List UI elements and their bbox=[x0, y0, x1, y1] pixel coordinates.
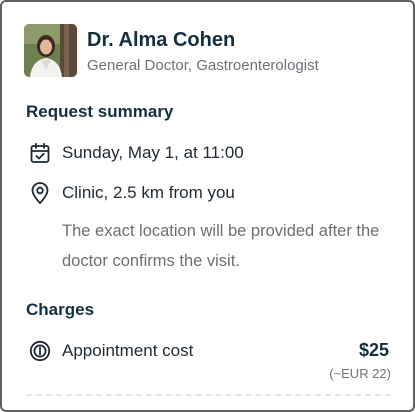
appointment-date-row: Sunday, May 1, at 11:00 bbox=[28, 141, 244, 165]
request-summary-card: Dr. Alma Cohen General Doctor, Gastroent… bbox=[0, 0, 415, 412]
calendar-check-icon bbox=[28, 141, 52, 165]
location-row: Clinic, 2.5 km from you bbox=[28, 181, 235, 205]
charges-title: Charges bbox=[26, 300, 95, 319]
doctor-header: Dr. Alma Cohen General Doctor, Gastroent… bbox=[24, 24, 319, 77]
doctor-name: Dr. Alma Cohen bbox=[87, 29, 236, 51]
appointment-date-text: Sunday, May 1, at 11:00 bbox=[62, 143, 244, 162]
doctor-specialty: General Doctor, Gastroenterologist bbox=[87, 57, 319, 74]
doctor-info: Dr. Alma Cohen General Doctor, Gastroent… bbox=[87, 24, 319, 75]
location-note: The exact location will be provided afte… bbox=[62, 222, 380, 270]
doctor-avatar bbox=[24, 24, 77, 77]
request-summary-title: Request summary bbox=[26, 102, 174, 121]
coin-icon bbox=[28, 339, 52, 363]
appointment-cost-label: Appointment cost bbox=[62, 341, 194, 360]
appointment-price-converted: (~EUR 22) bbox=[329, 366, 391, 381]
location-text: Clinic, 2.5 km from you bbox=[62, 183, 235, 202]
appointment-price: $25 bbox=[358, 340, 389, 360]
location-pin-icon bbox=[28, 181, 52, 205]
appointment-cost-row: Appointment cost bbox=[28, 339, 193, 363]
dashed-divider bbox=[26, 394, 391, 396]
